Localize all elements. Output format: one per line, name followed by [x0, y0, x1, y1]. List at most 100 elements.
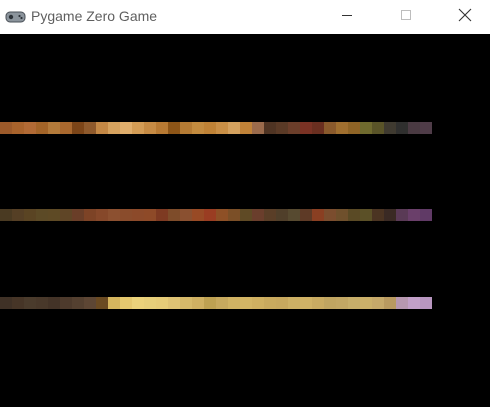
color-cell: [12, 122, 24, 134]
title-bar[interactable]: Pygame Zero Game: [0, 0, 490, 34]
color-cell: [372, 122, 384, 134]
color-cell: [72, 297, 84, 309]
color-cell: [60, 122, 72, 134]
color-cell: [12, 297, 24, 309]
color-cell: [12, 209, 24, 221]
color-cell: [228, 209, 240, 221]
color-cell: [228, 297, 240, 309]
color-cell: [396, 209, 408, 221]
color-cell: [348, 297, 360, 309]
close-button[interactable]: [442, 0, 488, 34]
color-cell: [132, 209, 144, 221]
color-cell: [48, 209, 60, 221]
app-window: Pygame Zero Game: [0, 0, 490, 407]
color-cell: [336, 122, 348, 134]
color-cell: [120, 122, 132, 134]
color-cell: [60, 297, 72, 309]
minimize-button[interactable]: [324, 0, 370, 34]
color-cell: [348, 209, 360, 221]
color-cell: [216, 297, 228, 309]
color-cell: [348, 122, 360, 134]
color-cell: [108, 297, 120, 309]
color-cell: [228, 122, 240, 134]
color-cell: [72, 122, 84, 134]
color-cell: [24, 122, 36, 134]
color-cell: [36, 209, 48, 221]
color-cell: [420, 209, 432, 221]
color-cell: [0, 209, 12, 221]
color-cell: [252, 209, 264, 221]
color-cell: [336, 209, 348, 221]
color-cell: [276, 122, 288, 134]
color-cell: [108, 209, 120, 221]
color-cell: [396, 297, 408, 309]
window-title: Pygame Zero Game: [31, 8, 158, 24]
color-cell: [96, 122, 108, 134]
color-cell: [72, 209, 84, 221]
color-cell: [96, 209, 108, 221]
color-cell: [264, 122, 276, 134]
color-cell: [240, 122, 252, 134]
color-cell: [264, 209, 276, 221]
color-cell: [84, 209, 96, 221]
color-cell: [156, 297, 168, 309]
color-cell: [192, 209, 204, 221]
color-cell: [144, 122, 156, 134]
color-cell: [300, 209, 312, 221]
color-cell: [132, 122, 144, 134]
color-cell: [300, 122, 312, 134]
close-icon: [458, 8, 472, 27]
color-cell: [276, 209, 288, 221]
color-cell: [192, 297, 204, 309]
color-cell: [48, 297, 60, 309]
color-cell: [24, 209, 36, 221]
game-canvas[interactable]: [0, 34, 490, 407]
color-cell: [336, 297, 348, 309]
color-cell: [120, 209, 132, 221]
color-cell: [36, 122, 48, 134]
color-cell: [420, 297, 432, 309]
palette-strip-1: [0, 122, 432, 134]
color-cell: [276, 297, 288, 309]
color-cell: [396, 122, 408, 134]
color-cell: [84, 297, 96, 309]
color-cell: [120, 297, 132, 309]
color-cell: [240, 297, 252, 309]
color-cell: [288, 209, 300, 221]
minimize-icon: [341, 8, 353, 26]
color-cell: [132, 297, 144, 309]
color-cell: [156, 122, 168, 134]
color-cell: [240, 209, 252, 221]
color-cell: [156, 209, 168, 221]
color-cell: [360, 297, 372, 309]
color-cell: [180, 297, 192, 309]
color-cell: [312, 297, 324, 309]
color-cell: [168, 209, 180, 221]
color-cell: [372, 297, 384, 309]
palette-strip-3: [0, 297, 432, 309]
maximize-icon: [400, 8, 412, 26]
color-cell: [168, 122, 180, 134]
color-cell: [192, 122, 204, 134]
color-cell: [408, 122, 420, 134]
color-cell: [384, 209, 396, 221]
color-cell: [204, 209, 216, 221]
color-cell: [384, 122, 396, 134]
color-cell: [360, 122, 372, 134]
color-cell: [0, 122, 12, 134]
color-cell: [60, 209, 72, 221]
color-cell: [312, 122, 324, 134]
color-cell: [324, 297, 336, 309]
color-cell: [180, 122, 192, 134]
color-cell: [408, 209, 420, 221]
gamepad-icon: [5, 10, 26, 23]
color-cell: [84, 122, 96, 134]
color-cell: [180, 209, 192, 221]
color-cell: [96, 297, 108, 309]
color-cell: [408, 297, 420, 309]
color-cell: [264, 297, 276, 309]
palette-strip-2: [0, 209, 432, 221]
color-cell: [36, 297, 48, 309]
maximize-button[interactable]: [383, 0, 429, 34]
color-cell: [288, 297, 300, 309]
